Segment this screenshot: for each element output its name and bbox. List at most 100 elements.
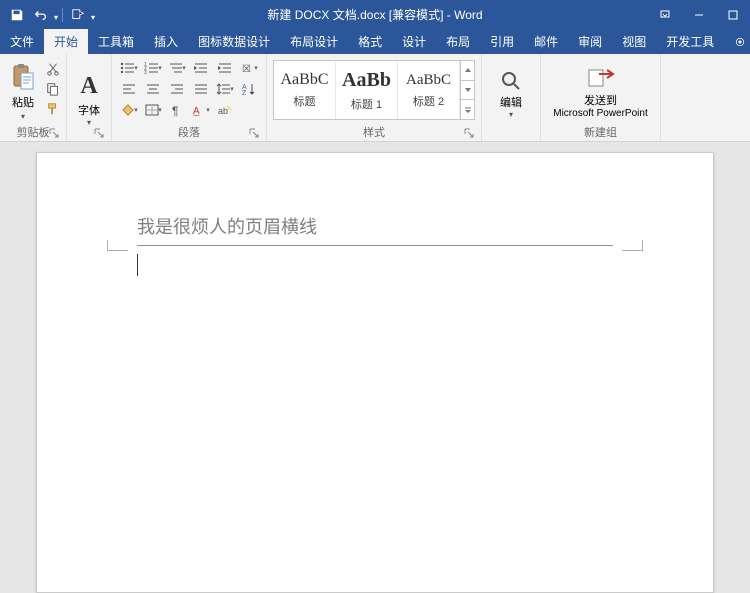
window-title: 新建 DOCX 文档.docx [兼容模式] - Word	[267, 6, 482, 23]
group-paragraph: ▾ 123▾ ▾ ☒▾ ▾ AZ ▾ ▾ ¶ A̲▾ ab 段落	[112, 54, 267, 141]
group-editing: 编辑 ▾	[482, 54, 541, 141]
font-label: 字体	[78, 102, 100, 118]
touch-mode-button[interactable]	[67, 4, 89, 26]
clipboard-group-label: 剪贴板	[4, 122, 62, 141]
gallery-up-button[interactable]	[461, 61, 474, 81]
svg-text:☒: ☒	[242, 64, 251, 75]
align-center-button[interactable]	[142, 80, 164, 99]
group-clipboard: 粘贴 ▾ 剪贴板	[0, 54, 67, 141]
increase-indent-button[interactable]	[214, 59, 236, 78]
styles-launcher[interactable]	[463, 128, 475, 140]
distributed-button[interactable]: A̲▾	[190, 101, 212, 120]
minimize-button[interactable]	[682, 0, 716, 29]
header-rule-line	[137, 245, 613, 246]
send-to-powerpoint-button[interactable]: 发送到 Microsoft PowerPoint	[546, 60, 656, 119]
tab-layout-design[interactable]: 布局设计	[280, 29, 348, 54]
save-button[interactable]	[6, 4, 28, 26]
qat-customize-caret-icon[interactable]: ▾	[91, 13, 95, 22]
tell-me-field[interactable]: 告诉我...	[724, 29, 750, 54]
tab-references[interactable]: 引用	[480, 29, 524, 54]
numbering-button[interactable]: 123▾	[142, 59, 164, 78]
newgroup-label: 新建组	[545, 122, 656, 141]
style-item-heading2[interactable]: AaBbC 标题 2	[398, 61, 460, 119]
editing-caret-icon: ▾	[509, 110, 513, 119]
search-icon	[500, 70, 522, 92]
sort-button[interactable]: AZ	[238, 80, 260, 99]
bullets-button[interactable]: ▾	[118, 59, 140, 78]
tab-home[interactable]: 开始	[44, 29, 88, 54]
align-left-button[interactable]	[118, 80, 140, 99]
paragraph-launcher[interactable]	[248, 128, 260, 140]
tab-review[interactable]: 审阅	[568, 29, 612, 54]
paste-caret-icon: ▾	[21, 112, 25, 121]
send-to-label: 发送到	[584, 92, 617, 108]
show-hide-marks-button[interactable]: ¶	[166, 101, 188, 120]
qat-separator	[62, 8, 63, 22]
tab-design[interactable]: 设计	[392, 29, 436, 54]
font-group-label	[71, 138, 107, 141]
multilevel-list-button[interactable]: ▾	[166, 59, 188, 78]
cut-button[interactable]	[44, 60, 62, 78]
svg-text:Z: Z	[242, 90, 247, 96]
clipboard-launcher[interactable]	[48, 128, 60, 140]
header-text: 我是很烦人的页眉横线	[137, 213, 613, 239]
group-styles: AaBbC 标题 AaBb 标题 1 AaBbC 标题 2 样	[267, 54, 482, 141]
tab-toolbox[interactable]: 工具箱	[88, 29, 144, 54]
ribbon-tabs: 文件 开始 工具箱 插入 图标数据设计 布局设计 格式 设计 布局 引用 邮件 …	[0, 29, 750, 54]
ribbon: 粘贴 ▾ 剪贴板 A 字体	[0, 54, 750, 142]
copy-button[interactable]	[44, 80, 62, 98]
asian-text-button[interactable]: ☒▾	[238, 59, 260, 78]
line-spacing-button[interactable]: ▾	[214, 80, 236, 99]
send-to-icon	[587, 66, 615, 90]
maximize-button[interactable]	[716, 0, 750, 29]
font-button[interactable]: A 字体 ▾	[71, 67, 107, 127]
decrease-indent-button[interactable]	[190, 59, 212, 78]
paste-icon	[11, 62, 35, 92]
undo-caret-icon[interactable]: ▾	[54, 13, 58, 22]
svg-text:3: 3	[144, 70, 147, 75]
tab-chartdata[interactable]: 图标数据设计	[188, 29, 280, 54]
borders-button[interactable]: ▾	[142, 101, 164, 120]
group-font: A 字体 ▾	[67, 54, 112, 141]
shading-button[interactable]: ▾	[118, 101, 140, 120]
window-controls	[648, 0, 750, 29]
svg-text:A̲: A̲	[193, 106, 200, 117]
undo-button[interactable]	[30, 4, 52, 26]
style-item-heading1[interactable]: AaBb 标题 1	[336, 61, 398, 119]
align-right-button[interactable]	[166, 80, 188, 99]
quick-access-toolbar: ▾ ▾	[0, 4, 95, 26]
justify-button[interactable]	[190, 80, 212, 99]
gallery-more-button[interactable]	[461, 100, 474, 119]
page-header[interactable]: 我是很烦人的页眉横线	[137, 213, 613, 276]
tab-file[interactable]: 文件	[0, 29, 44, 54]
format-painter-button[interactable]	[44, 100, 62, 118]
styles-gallery: AaBbC 标题 AaBb 标题 1 AaBbC 标题 2	[273, 60, 475, 120]
editing-group-label	[486, 126, 536, 141]
tab-view[interactable]: 视图	[612, 29, 656, 54]
tab-format[interactable]: 格式	[348, 29, 392, 54]
font-a-icon: A	[80, 73, 97, 100]
font-launcher[interactable]	[93, 128, 105, 140]
tab-page-layout[interactable]: 布局	[436, 29, 480, 54]
document-area: 我是很烦人的页眉横线	[0, 142, 750, 593]
svg-text:ab: ab	[218, 106, 228, 116]
send-to-sublabel: Microsoft PowerPoint	[553, 108, 647, 119]
paste-button[interactable]: 粘贴 ▾	[4, 58, 42, 121]
font-caret-icon: ▾	[87, 118, 91, 127]
tab-mailings[interactable]: 邮件	[524, 29, 568, 54]
title-bar: ▾ ▾ 新建 DOCX 文档.docx [兼容模式] - Word	[0, 0, 750, 29]
paragraph-group-label: 段落	[116, 122, 262, 141]
editing-label: 编辑	[500, 94, 522, 110]
paragraph-extra-button[interactable]: ab	[214, 101, 236, 120]
group-newgroup: 发送到 Microsoft PowerPoint 新建组	[541, 54, 661, 141]
text-cursor-icon	[137, 254, 138, 276]
tab-insert[interactable]: 插入	[144, 29, 188, 54]
find-button[interactable]: 编辑 ▾	[486, 64, 536, 119]
page[interactable]: 我是很烦人的页眉横线	[36, 152, 714, 593]
style-item-title[interactable]: AaBbC 标题	[274, 61, 336, 119]
tab-developer[interactable]: 开发工具	[656, 29, 724, 54]
svg-text:¶: ¶	[172, 104, 178, 117]
paste-label: 粘贴	[12, 94, 34, 110]
gallery-down-button[interactable]	[461, 81, 474, 101]
ribbon-options-button[interactable]	[648, 0, 682, 29]
